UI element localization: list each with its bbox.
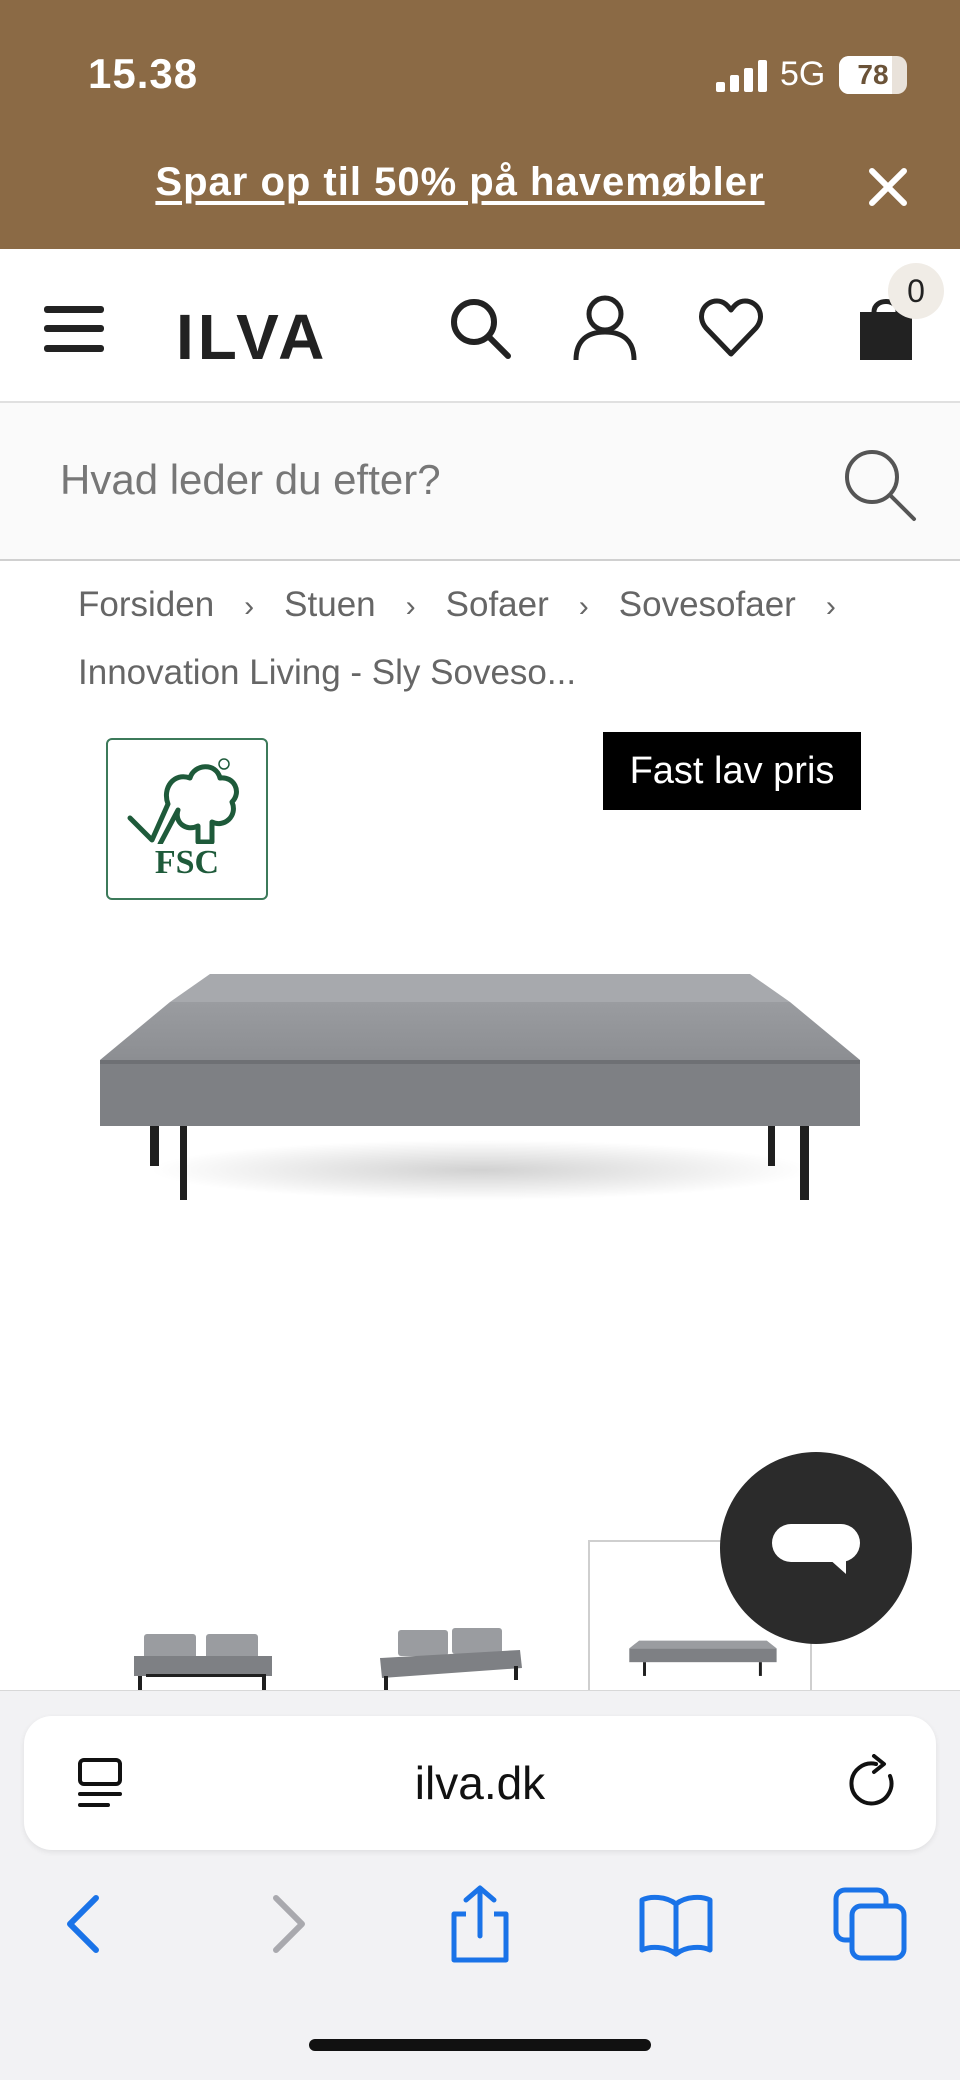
thumbnail-2[interactable] [370,1540,530,1692]
breadcrumb-item-sovesofaer[interactable]: Sovesofaer [619,572,796,638]
breadcrumb-separator: › [825,590,836,623]
bookmarks-icon[interactable] [636,1884,716,1964]
breadcrumb-item-current: Innovation Living - Sly Soveso... [78,653,577,692]
search-icon[interactable] [448,296,512,360]
cart-count-badge: 0 [888,263,944,319]
fsc-tree-icon [127,758,239,847]
breadcrumb-item-stuen[interactable]: Stuen [284,572,375,638]
signal-icon [716,60,767,92]
forward-icon[interactable] [246,1884,326,1964]
thumbnail-1[interactable] [122,1540,282,1692]
price-badge: Fast lav pris [603,732,861,810]
wishlist-icon[interactable] [698,298,764,358]
network-label: 5G [780,55,826,93]
chat-icon [772,1524,860,1574]
account-icon[interactable] [572,294,638,362]
close-icon[interactable] [864,163,912,211]
tabs-icon[interactable] [830,1884,910,1964]
chat-button[interactable] [720,1452,912,1644]
promo-link[interactable]: Spar op til 50% på havemøbler [0,160,920,205]
search-input[interactable] [58,447,822,513]
breadcrumb-separator: › [578,590,589,623]
breadcrumb-separator: › [405,590,416,623]
menu-icon[interactable] [44,304,104,354]
status-time: 15.38 [88,50,199,97]
breadcrumb: Forsiden › Stuen › Sofaer › Sovesofaer › Innovat… [78,572,938,706]
promo-banner [0,0,960,249]
breadcrumb-separator: › [244,590,255,623]
search-submit-icon[interactable] [838,443,918,523]
url-text: ilva.dk [414,1757,546,1809]
breadcrumb-item-home[interactable]: Forsiden [78,572,214,638]
back-icon[interactable] [46,1884,126,1964]
battery-percent: 78 [857,59,889,90]
address-bar[interactable]: ilva.dk [24,1716,936,1850]
fsc-certification-badge: FSC [106,738,268,900]
search-bar [0,401,960,561]
reload-icon[interactable] [846,1754,902,1812]
battery-icon: 78 [839,56,907,94]
site-logo[interactable]: ILVA [176,300,328,374]
breadcrumb-item-sofaer[interactable]: Sofaer [446,572,549,638]
home-indicator [309,2039,651,2051]
fsc-label: FSC [154,844,220,881]
share-icon[interactable] [440,1884,520,1964]
product-image[interactable] [90,960,870,1220]
